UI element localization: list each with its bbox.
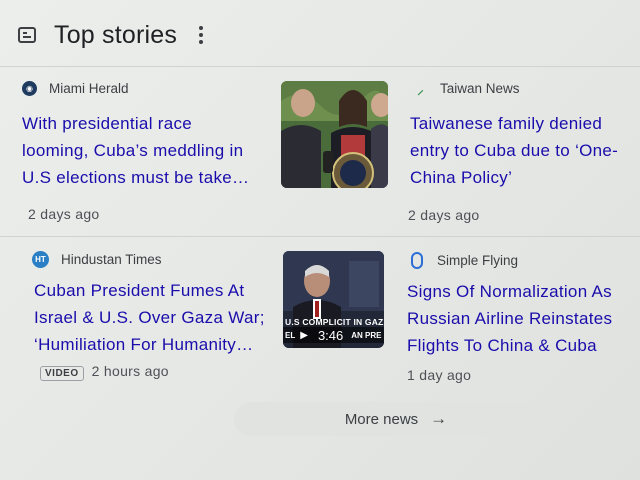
video-duration: 3:46 (317, 327, 344, 343)
more-vert-icon[interactable] (195, 26, 207, 44)
divider (0, 66, 640, 67)
story-headline[interactable]: Taiwanese family denied entry to Cuba du… (410, 110, 618, 191)
news-icon (18, 27, 36, 43)
thumbnail-image (281, 81, 388, 188)
divider (0, 236, 640, 237)
story-source[interactable]: ⸝ Taiwan News (413, 81, 520, 97)
video-thumbnail[interactable]: U.S COMPLICIT IN GAZA EL ▶ 3:46 AN PRE (283, 251, 384, 348)
story-time: 2 days ago (28, 206, 100, 222)
video-controls: EL ▶ 3:46 AN PRE (283, 327, 384, 343)
story-source[interactable]: ◉ Miami Herald (22, 81, 129, 96)
story-time-row: VIDEO 2 hours ago (40, 363, 169, 381)
story-source[interactable]: HT Hindustan Times (32, 251, 162, 268)
source-name: Miami Herald (49, 81, 129, 96)
story-time: 2 hours ago (91, 363, 169, 379)
hindustan-times-logo-icon: HT (32, 251, 49, 268)
story-time: 2 days ago (408, 207, 480, 223)
story-thumbnail[interactable] (281, 81, 388, 188)
source-name: Simple Flying (437, 253, 519, 268)
taiwan-news-logo-icon: ⸝ (417, 81, 424, 97)
video-caption: U.S COMPLICIT IN GAZA (285, 317, 384, 327)
story-source[interactable]: Simple Flying (411, 252, 518, 269)
miami-herald-logo-icon: ◉ (22, 81, 37, 96)
more-news-label: More news (344, 410, 419, 428)
section-title: Top stories (54, 20, 178, 49)
play-icon[interactable]: ▶ (300, 330, 308, 341)
source-name: Hindustan Times (61, 252, 162, 267)
story-headline[interactable]: With presidential race looming, Cuba’s m… (22, 110, 249, 191)
top-stories-header: Top stories (18, 18, 207, 52)
story-time: 1 day ago (407, 367, 472, 383)
video-badge: VIDEO (40, 366, 84, 381)
simple-flying-logo-icon (411, 252, 423, 269)
source-name: Taiwan News (440, 81, 520, 96)
story-headline[interactable]: Cuban President Fumes At Israel & U.S. O… (34, 277, 265, 358)
story-headline[interactable]: Signs Of Normalization As Russian Airlin… (407, 278, 612, 359)
more-news-button[interactable]: More news → (234, 402, 558, 436)
arrow-right-icon: → (430, 409, 448, 428)
